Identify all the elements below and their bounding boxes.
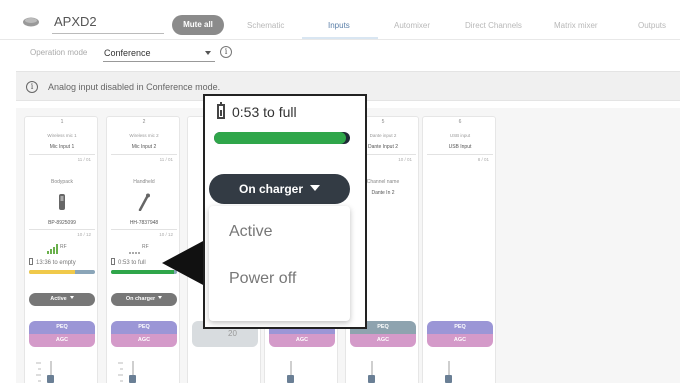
- mode-dropdown-menu: Active Power off: [209, 206, 350, 321]
- on-charger-label: On charger: [238, 182, 304, 196]
- battery-charging-icon: [217, 102, 225, 119]
- battery-bar-fill: [29, 270, 76, 274]
- banner-text: Analog input disabled in Conference mode…: [48, 82, 221, 92]
- channel-id: 10 / 12: [77, 232, 91, 237]
- callout-pointer: [162, 240, 205, 286]
- device-name-field[interactable]: APXD2: [52, 12, 164, 34]
- peq-button[interactable]: PEQ: [111, 321, 177, 334]
- channel-type: USB input: [449, 133, 471, 138]
- signal-bars-icon: [129, 252, 140, 254]
- operation-mode-select[interactable]: Conference: [103, 44, 215, 62]
- battery-text: 13:36 to empty: [36, 260, 76, 266]
- rf-meter: RF: [47, 241, 87, 254]
- operation-mode-value: Conference: [104, 48, 151, 58]
- tab-outputs[interactable]: Outputs: [638, 21, 666, 30]
- divider: [29, 229, 95, 230]
- mode-label: Active: [50, 296, 67, 302]
- chevron-down-icon: [310, 185, 321, 191]
- fader-handle[interactable]: [287, 375, 294, 383]
- channel-strip: 6 USB input USB Input 8 / 01 PEQ AGC: [422, 116, 496, 383]
- chevron-down-icon: [205, 51, 211, 55]
- mode-label: On charger: [125, 296, 156, 302]
- signal-bars-icon: [47, 244, 58, 254]
- transmitter-type: Bodypack: [51, 179, 73, 185]
- active-tab-indicator: [302, 37, 378, 39]
- tab-inputs[interactable]: Inputs: [328, 21, 350, 30]
- divider: [111, 229, 177, 230]
- chevron-down-icon: [69, 296, 74, 299]
- rf-label: RF: [142, 244, 149, 250]
- chevron-down-icon: [158, 296, 163, 299]
- mute-all-button[interactable]: Mute all: [172, 15, 224, 35]
- handheld-mic-icon: [138, 193, 150, 211]
- channel-type: Wireless mic 1: [47, 133, 77, 138]
- transmitter-serial: HH-7837948: [129, 220, 159, 226]
- channel-type: Wireless mic 2: [129, 133, 159, 138]
- peq-button[interactable]: PEQ: [427, 321, 493, 334]
- fader-handle[interactable]: [445, 375, 452, 383]
- rf-label: RF: [60, 244, 67, 250]
- channel-id: 10 / 12: [159, 232, 173, 237]
- mode-dropdown-button[interactable]: On charger: [111, 293, 177, 306]
- info-icon[interactable]: i: [220, 46, 232, 58]
- divider: [111, 154, 177, 155]
- tab-automixer[interactable]: Automixer: [394, 21, 430, 30]
- mode-dropdown-button[interactable]: Active: [29, 293, 95, 306]
- device-icon: [23, 17, 39, 27]
- fader-scale: [36, 362, 41, 382]
- battery-status: 13:36 to empty: [29, 258, 76, 266]
- battery-icon: [111, 258, 115, 265]
- divider: [29, 154, 95, 155]
- info-icon: i: [26, 81, 38, 93]
- menu-item-power-off[interactable]: Power off: [229, 270, 296, 288]
- battery-icon: [29, 258, 33, 265]
- agc-button[interactable]: AGC: [427, 334, 493, 347]
- transmitter-serial: BP-8925099: [48, 220, 76, 226]
- battery-bar: [29, 270, 95, 274]
- channel-id: 11 / 01: [77, 157, 91, 162]
- tab-matrix-mixer[interactable]: Matrix mixer: [554, 21, 598, 30]
- fader-handle[interactable]: [368, 375, 375, 383]
- bodypack-icon: [59, 194, 65, 210]
- on-charger-dropdown-button[interactable]: On charger: [209, 174, 350, 204]
- fader-scale: [118, 362, 123, 382]
- channel-number: 6: [458, 119, 462, 125]
- battery-status: 0:53 to full: [111, 258, 146, 266]
- channel-name[interactable]: USB Input: [423, 144, 497, 150]
- charge-time-text: 0:53 to full: [232, 104, 297, 120]
- channel-number: 1: [60, 119, 64, 125]
- channel-id: 11 / 01: [159, 157, 173, 162]
- channel-name[interactable]: Mic Input 1: [25, 144, 99, 150]
- agc-button[interactable]: AGC: [350, 334, 416, 347]
- tab-direct-channels[interactable]: Direct Channels: [465, 21, 522, 30]
- peq-button[interactable]: PEQ: [29, 321, 95, 334]
- charge-bar: [214, 132, 350, 144]
- charge-bar-fill: [214, 132, 346, 144]
- tab-schematic[interactable]: Schematic: [247, 21, 284, 30]
- divider: [427, 154, 493, 155]
- agc-button[interactable]: AGC: [269, 334, 335, 347]
- channel-strip: 1 Wireless mic 1 Mic Input 1 11 / 01 Bod…: [24, 116, 98, 383]
- channel-id: 10 / 01: [398, 157, 412, 162]
- channel-name[interactable]: Mic Input 2: [107, 144, 181, 150]
- channel-id: 8 / 01: [477, 157, 489, 162]
- menu-item-active[interactable]: Active: [229, 223, 273, 241]
- agc-button[interactable]: AGC: [111, 334, 177, 347]
- fader-handle[interactable]: [47, 375, 54, 383]
- battery-text: 0:53 to full: [118, 260, 146, 266]
- fader-handle[interactable]: [129, 375, 136, 383]
- agc-button[interactable]: AGC: [29, 334, 95, 347]
- partial-value: 20: [228, 329, 237, 338]
- operation-mode-label: Operation mode: [30, 48, 88, 57]
- channel-number: 2: [142, 119, 146, 125]
- transmitter-type: Handheld: [133, 179, 155, 185]
- app-header: APXD2 Mute all Schematic Inputs Automixe…: [0, 0, 680, 40]
